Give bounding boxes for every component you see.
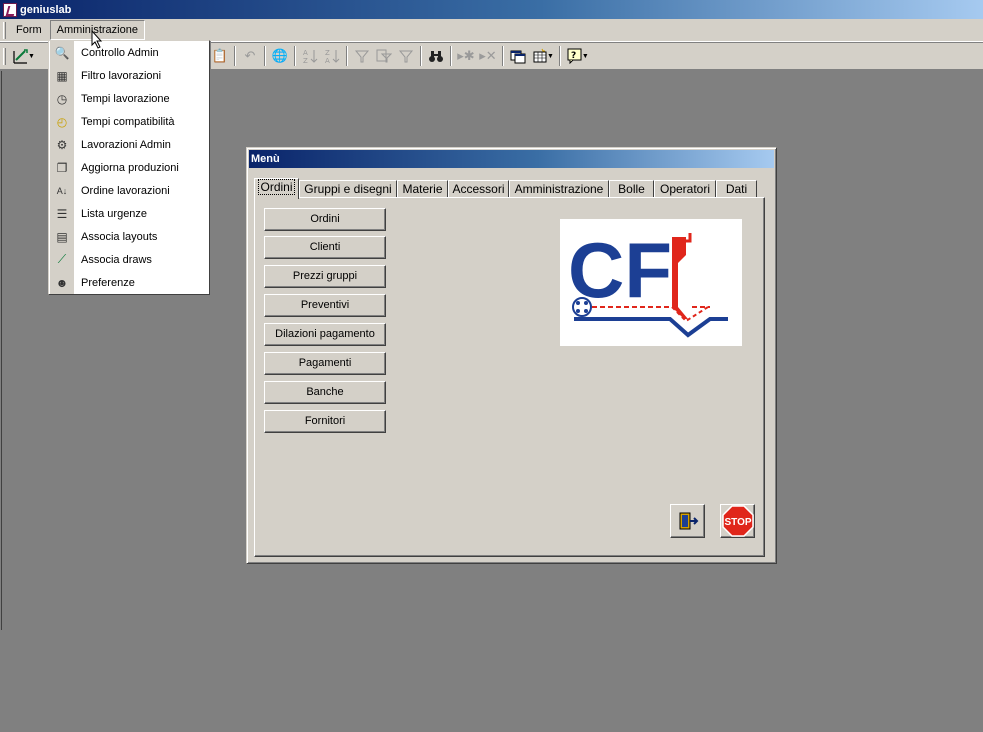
menu-item-label: Filtro lavorazioni <box>81 69 162 82</box>
menu-item-associa-layouts[interactable]: ▤ Associa layouts <box>50 225 208 248</box>
menu-item-controllo-admin[interactable]: 🔍 Controllo Admin <box>50 41 208 64</box>
tab-ordini[interactable]: Ordini <box>254 178 299 199</box>
tab-panel-ordini: Ordini Clienti Prezzi gruppi Preventivi … <box>254 197 765 557</box>
svg-text:A: A <box>303 49 308 57</box>
magnifier-icon: 🔍 <box>50 41 74 64</box>
menu-item-label: Tempi lavorazione <box>81 92 170 105</box>
toolbar-grip[interactable] <box>3 47 6 65</box>
clienti-button[interactable]: Clienti <box>264 236 386 259</box>
menu-item-filtro-lavorazioni[interactable]: ▦ Filtro lavorazioni <box>50 64 208 87</box>
calendar-filter-icon: ▦ <box>50 64 74 87</box>
menu-item-label: Lista urgenze <box>81 207 148 220</box>
stop-label: STOP <box>724 517 751 528</box>
menu-item-label: Ordine lavorazioni <box>81 184 170 197</box>
filter-by-form-icon[interactable] <box>373 45 395 67</box>
menubar: Form Amministrazione <box>0 19 983 42</box>
exit-door-button[interactable] <box>670 504 705 538</box>
svg-text:Z: Z <box>303 57 308 64</box>
app-title: geniuslab <box>20 3 72 16</box>
menu-window-title: Menù <box>249 150 774 168</box>
app-icon <box>3 2 17 17</box>
svg-text:A: A <box>325 57 330 64</box>
tab-bolle[interactable]: Bolle <box>609 180 654 198</box>
menu-item-tempi-lavorazione[interactable]: ◷ Tempi lavorazione <box>50 87 208 110</box>
tab-ordini-label: Ordini <box>258 179 295 195</box>
gear-person-icon: ⚙ <box>50 133 74 156</box>
user-preferences-icon: ☻ <box>50 271 74 294</box>
menu-item-ordine-lavorazioni[interactable]: A↓ Ordine lavorazioni <box>50 179 208 202</box>
menu-item-label: Aggiorna produzioni <box>81 161 179 174</box>
menu-item-label: Lavorazioni Admin <box>81 138 171 151</box>
banche-button[interactable]: Banche <box>264 381 386 404</box>
tab-operatori[interactable]: Operatori <box>654 180 716 198</box>
exit-door-icon <box>679 512 698 530</box>
menu-item-label: Associa draws <box>81 253 152 266</box>
menu-item-associa-draws[interactable]: ⟋ Associa draws <box>50 248 208 271</box>
apply-filter-icon[interactable] <box>395 45 417 67</box>
amministrazione-dropdown: 🔍 Controllo Admin ▦ Filtro lavorazioni ◷… <box>48 40 210 295</box>
view-dropdown-icon[interactable]: ▼ <box>28 53 35 60</box>
workspace-edge <box>1 71 2 630</box>
paste-icon[interactable]: 📋 <box>209 45 231 67</box>
filter-by-selection-icon[interactable] <box>351 45 373 67</box>
delete-record-icon[interactable]: ▸✕ <box>477 45 499 67</box>
stop-sign-icon: STOP <box>721 505 754 537</box>
menu-item-label: Tempi compatibilità <box>81 115 175 128</box>
menu-window: Menù Ordini Gruppi e disegni Materie Acc… <box>246 147 777 564</box>
menubar-grip[interactable] <box>3 21 6 39</box>
layout-icon: ▤ <box>50 225 74 248</box>
clock-icon: ◷ <box>50 87 74 110</box>
pages-icon: ❐ <box>50 156 74 179</box>
prezzi-gruppi-button[interactable]: Prezzi gruppi <box>264 265 386 288</box>
tab-dati[interactable]: Dati <box>716 180 757 198</box>
sort-descending-icon[interactable]: ZA <box>321 45 343 67</box>
menu-form[interactable]: Form <box>10 21 48 39</box>
tab-accessori[interactable]: Accessori <box>448 180 509 198</box>
find-binoculars-icon[interactable] <box>425 45 447 67</box>
database-window-icon[interactable] <box>507 45 529 67</box>
fornitori-button[interactable]: Fornitori <box>264 410 386 433</box>
menu-item-aggiorna-produzioni[interactable]: ❐ Aggiorna produzioni <box>50 156 208 179</box>
menu-item-label: Preferenze <box>81 276 135 289</box>
tab-materie[interactable]: Materie <box>397 180 448 198</box>
dilazioni-pagamento-button[interactable]: Dilazioni pagamento <box>264 323 386 346</box>
clock-yellow-icon: ◴ <box>50 110 74 133</box>
svg-text:?: ? <box>571 51 576 61</box>
help-dropdown-icon[interactable]: ▼ <box>582 53 589 60</box>
preventivi-button[interactable]: Preventivi <box>264 294 386 317</box>
menu-item-lista-urgenze[interactable]: ☰ Lista urgenze <box>50 202 208 225</box>
menu-item-preferenze[interactable]: ☻ Preferenze <box>50 271 208 294</box>
new-record-icon[interactable]: ▸✱ <box>455 45 477 67</box>
menu-item-lavorazioni-admin[interactable]: ⚙ Lavorazioni Admin <box>50 133 208 156</box>
menu-item-tempi-compatibilita[interactable]: ◴ Tempi compatibilità <box>50 110 208 133</box>
mouse-cursor-icon <box>91 30 103 49</box>
tab-gruppi-e-disegni[interactable]: Gruppi e disegni <box>299 180 397 198</box>
sort-az-icon: A↓ <box>50 179 74 202</box>
ordini-button[interactable]: Ordini <box>264 208 386 231</box>
list-icon: ☰ <box>50 202 74 225</box>
undo-icon[interactable]: ↶ <box>239 45 261 67</box>
new-object-dropdown-icon[interactable]: ▼ <box>547 53 554 60</box>
stop-button[interactable]: STOP <box>720 504 755 538</box>
pagamenti-button[interactable]: Pagamenti <box>264 352 386 375</box>
hyperlink-icon[interactable]: 🌐 <box>269 45 291 67</box>
tab-amministrazione[interactable]: Amministrazione <box>509 180 609 198</box>
app-titlebar: geniuslab <box>0 0 983 19</box>
svg-text:Z: Z <box>325 49 330 57</box>
menu-item-label: Associa layouts <box>81 230 158 243</box>
draw-icon: ⟋ <box>50 248 74 271</box>
sort-ascending-icon[interactable]: AZ <box>299 45 321 67</box>
company-logo: CF <box>560 219 742 346</box>
